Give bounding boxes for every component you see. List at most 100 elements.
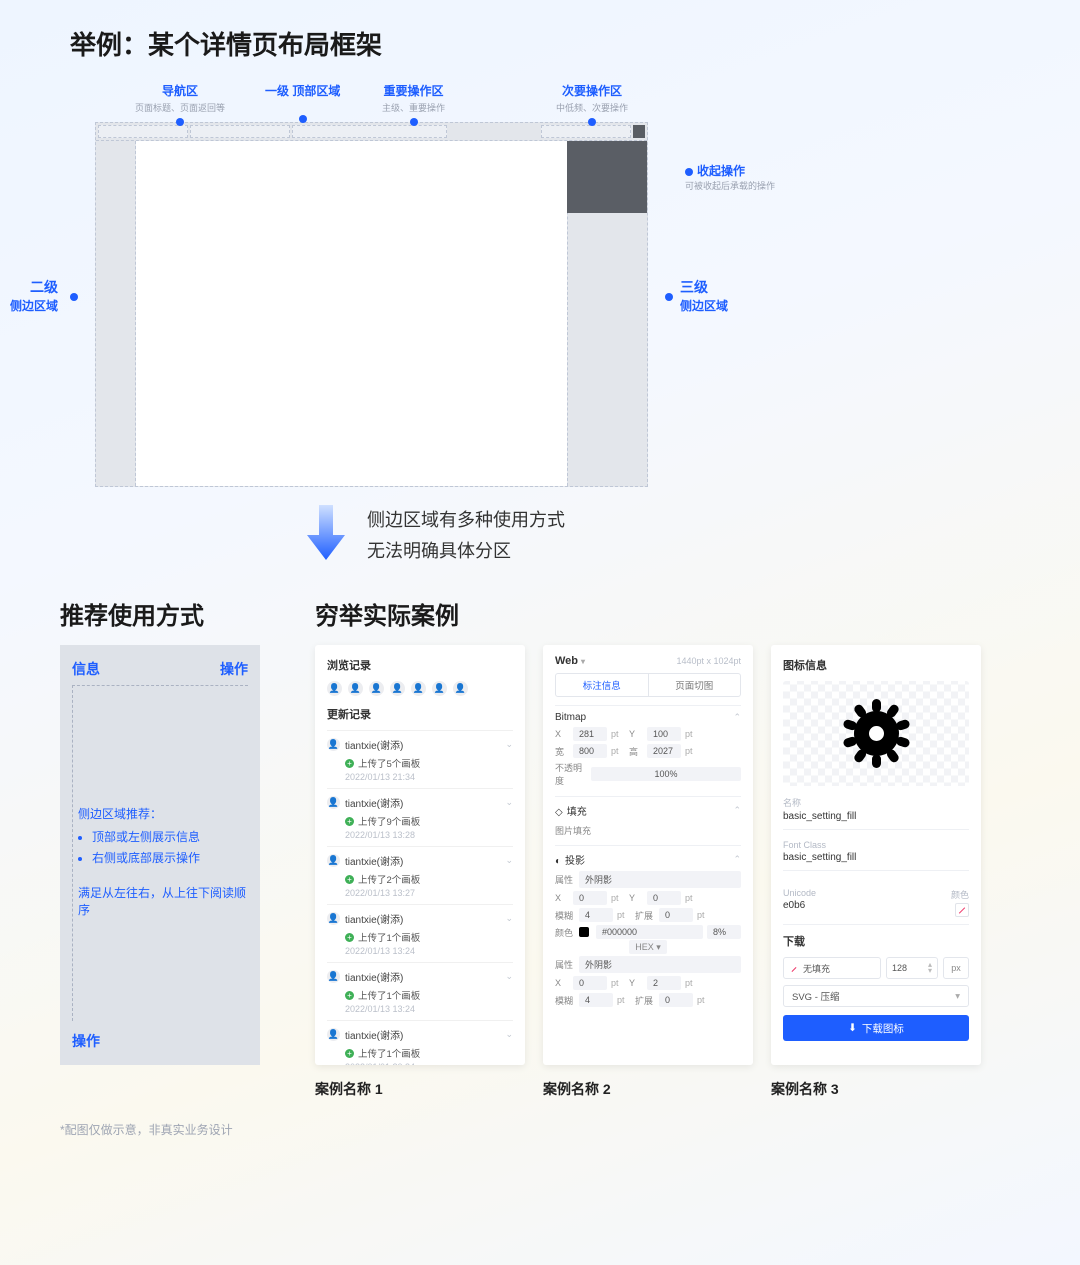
avatar[interactable]: 👤 [327,681,342,696]
entry-name: tiantxie(谢添) [345,1027,403,1042]
case1-update-header: 更新记录 [327,706,513,722]
format-select[interactable]: SVG - 压缩▾ [783,985,969,1007]
size-input[interactable]: 128▴▾ [886,957,938,979]
label-primary-actions: 重要操作区 主级、重要操作 [382,82,445,126]
slot-primary [292,125,447,138]
entry-time: 2022/01/13 13:24 [345,946,513,956]
download-header: 下载 [783,933,969,949]
case2-caption: 案例名称 2 [543,1079,753,1099]
plus-icon: + [345,759,354,768]
reco-action-label: 操作 [220,659,248,679]
web-dropdown[interactable]: Web▾ [555,655,585,667]
update-entry[interactable]: 👤tiantxie(谢添)⌄+上传了9个画板2022/01/13 13:28 [327,788,513,846]
update-entry[interactable]: 👤tiantxie(谢添)⌄+上传了2个画板2022/01/13 13:27 [327,846,513,904]
wire-content [136,141,567,486]
layout-wireframe: 导航区 页面标题、页面返回等 一级 顶部区域 重要操作区 主级、重要操作 次要操… [95,82,965,487]
footnote: *配图仅做示意，非真实业务设计 [60,1121,1020,1138]
fill-select[interactable]: 无填充 [783,957,881,979]
chevron-down-icon: ⌄ [505,739,513,750]
slot-menu-icon [633,125,645,138]
avatar[interactable]: 👤 [348,681,363,696]
shadow-attr-2[interactable]: 外阴影 [579,956,741,973]
avatar[interactable]: 👤 [453,681,468,696]
avatar: 👤 [327,912,340,925]
shadow2-blur[interactable]: 4 [579,993,613,1007]
entry-time: 2022/01/13 13:27 [345,888,513,898]
reco-body-title: 侧边区域推荐： [78,805,248,822]
label-right-aside: 三级 侧边区域 [680,277,728,314]
reco-info-label: 信息 [72,659,100,679]
entry-name: tiantxie(谢添) [345,795,403,810]
input-x[interactable]: 281 [573,727,607,741]
hex-toggle[interactable]: HEX ▾ [629,940,667,954]
color-alpha[interactable]: 8% [707,925,741,939]
entry-action: 上传了2个画板 [358,872,420,886]
update-entry[interactable]: 👤tiantxie(谢添)⌄+上传了1个画板2022/01/13 13:24 [327,962,513,1020]
slot-title [190,125,290,138]
label-top-area: 一级 顶部区域 [265,82,340,123]
entry-name: tiantxie(谢添) [345,853,403,868]
entry-time: 2022/01/13 21:34 [345,772,513,782]
shadow-blur[interactable]: 4 [579,908,613,922]
input-h[interactable]: 2027 [647,744,681,758]
case3-caption: 案例名称 3 [771,1079,981,1099]
download-button[interactable]: ⬇ 下载图标 [783,1015,969,1041]
input-w[interactable]: 800 [573,744,607,758]
avatar[interactable]: 👤 [411,681,426,696]
case1-view-header: 浏览记录 [327,657,513,673]
avatar[interactable]: 👤 [390,681,405,696]
shadow-attr[interactable]: 外阴影 [579,871,741,888]
color-swatch[interactable] [579,927,589,937]
input-opacity[interactable]: 100% [591,767,741,781]
chevron-down-icon: ⌄ [505,855,513,866]
shadow-y[interactable]: 0 [647,891,681,905]
section-cases-title: 穷举实际案例 [315,596,1020,631]
wire-right-aside [567,141,647,486]
wire-left-aside [96,141,136,486]
size-unit: px [943,957,969,979]
chevron-up-icon[interactable]: ⌃ [733,854,741,865]
avatar: 👤 [327,796,340,809]
icon-preview [783,681,969,786]
color-hex[interactable]: #000000 [596,925,703,939]
chevron-down-icon: ⌄ [505,797,513,808]
arrow-down-icon [305,505,347,563]
chevron-up-icon[interactable]: ⌃ [733,805,741,816]
entry-time: 2022/01/13 13:28 [345,830,513,840]
section-recommend-title: 推荐使用方式 [60,596,280,631]
fill-text: 图片填充 [555,822,741,839]
tab-slice[interactable]: 页面切图 [648,674,741,696]
reco-bullet-list: 顶部或左侧展示信息 右侧或底部展示操作 [92,828,248,866]
label-left-aside: 二级 侧边区域 [10,277,58,314]
shadow2-y[interactable]: 2 [647,976,681,990]
input-y[interactable]: 100 [647,727,681,741]
arrow-caption: 侧边区域有多种使用方式 无法明确具体分区 [367,505,565,566]
tab-annotate[interactable]: 标注信息 [556,674,648,696]
no-color-icon[interactable] [955,903,969,917]
update-entry[interactable]: 👤tiantxie(谢添)⌄+上传了1个画板2022/01/01 20:34 [327,1020,513,1065]
plus-icon: + [345,1049,354,1058]
plus-icon: + [345,875,354,884]
reco-bottom-label: 操作 [72,1031,100,1051]
chevron-down-icon: ⌄ [505,1029,513,1040]
update-entry[interactable]: 👤tiantxie(谢添)⌄+上传了1个画板2022/01/13 13:24 [327,904,513,962]
shadow-spread[interactable]: 0 [659,908,693,922]
avatar[interactable]: 👤 [432,681,447,696]
label-nav: 导航区 页面标题、页面返回等 [135,82,225,126]
shadow-x[interactable]: 0 [573,891,607,905]
avatar[interactable]: 👤 [369,681,384,696]
entry-name: tiantxie(谢添) [345,737,403,752]
chevron-up-icon[interactable]: ⌃ [733,712,741,723]
chevron-down-icon: ⌄ [505,913,513,924]
plus-icon: + [345,991,354,1000]
dimensions-text: 1440pt x 1024pt [676,656,741,666]
download-icon: ⬇ [848,1022,857,1034]
update-entry[interactable]: 👤tiantxie(谢添)⌄+上传了5个画板2022/01/13 21:34 [327,730,513,788]
entry-name: tiantxie(谢添) [345,911,403,926]
recommend-panel: 信息 操作 侧边区域推荐： 顶部或左侧展示信息 右侧或底部展示操作 满足从左往右… [60,645,260,1065]
slot-nav [98,125,188,138]
shadow2-spread[interactable]: 0 [659,993,693,1007]
shadow2-x[interactable]: 0 [573,976,607,990]
label-secondary-actions: 次要操作区 中低频、次要操作 [556,82,628,126]
chevron-down-icon: ▾ [581,657,585,666]
